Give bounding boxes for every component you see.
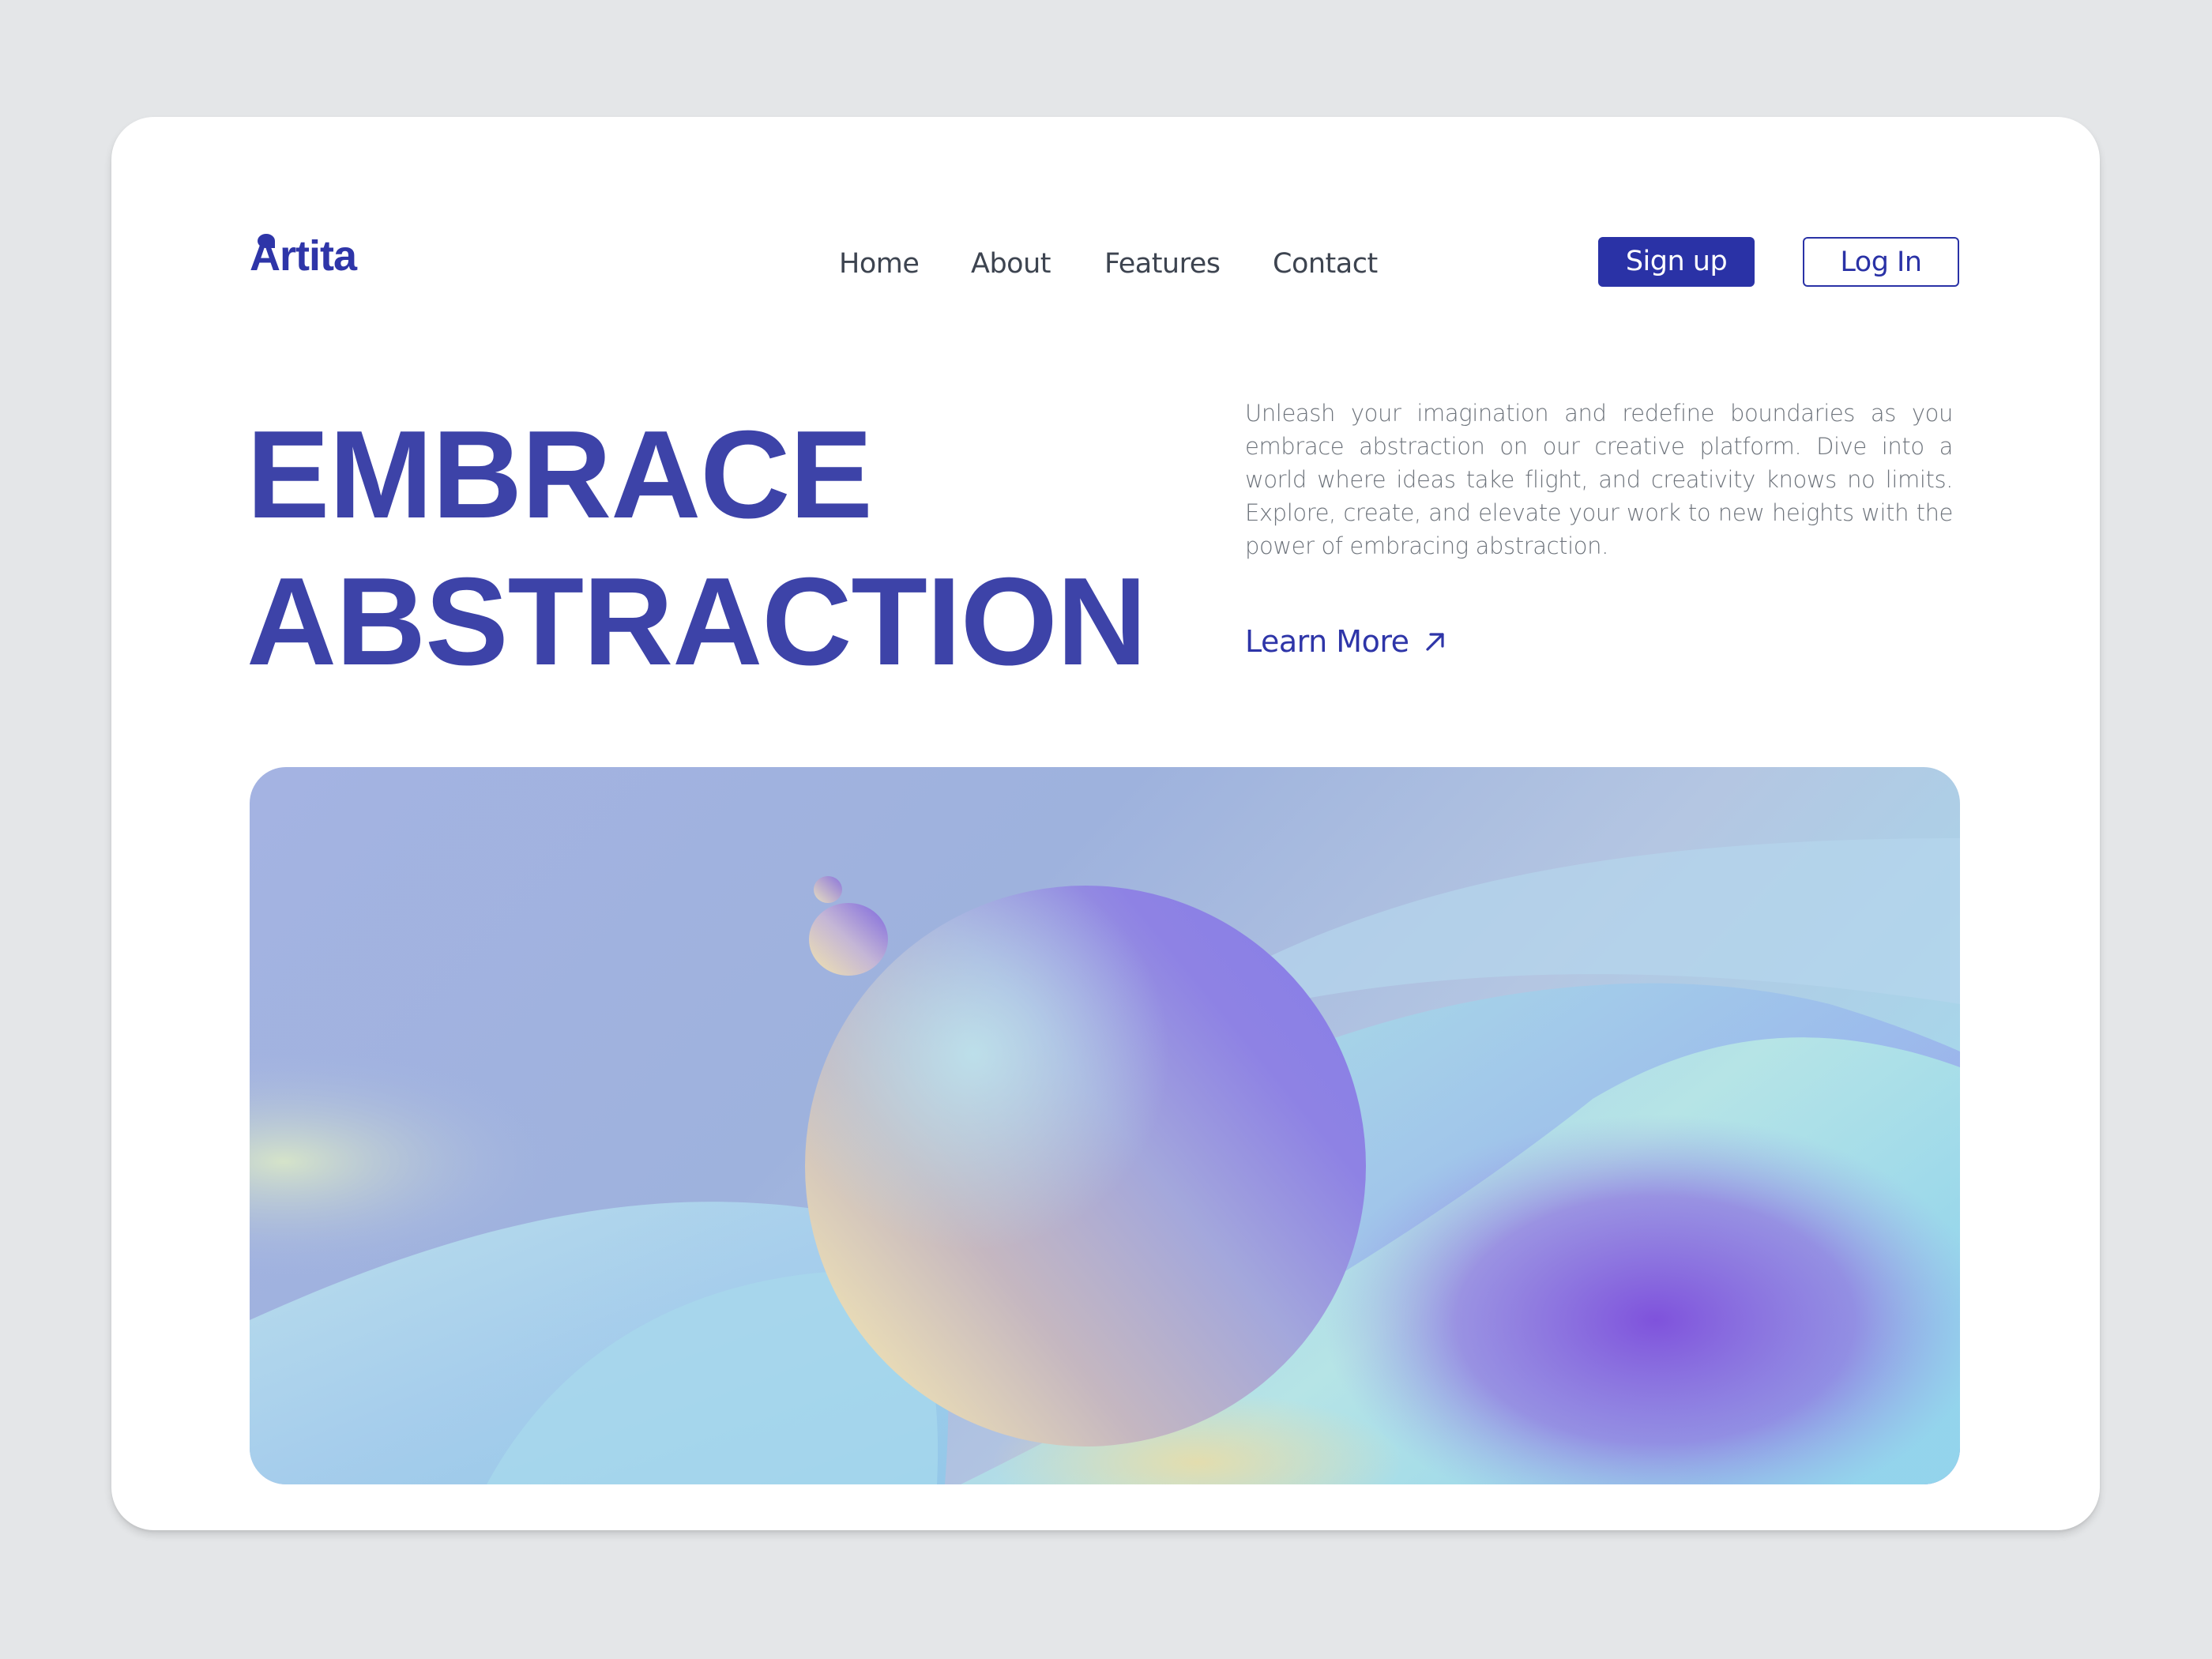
hero-title-line-2: ABSTRACTION	[246, 552, 1147, 691]
hero-description: Unleash your imagination and redefine bo…	[1245, 400, 1953, 559]
brand-name: Artita	[250, 232, 357, 280]
hero-abstract-image	[250, 767, 1960, 1484]
signup-button[interactable]: Sign up	[1598, 237, 1755, 287]
hero-title-line-1: EMBRACE	[246, 405, 873, 544]
brand-logo[interactable]: Artita	[250, 223, 357, 286]
learn-more-link[interactable]: Learn More	[1245, 619, 1447, 664]
login-button[interactable]: Log In	[1803, 237, 1959, 287]
abstract-artwork	[250, 767, 1960, 1484]
nav-features[interactable]: Features	[1104, 242, 1221, 286]
nav-contact[interactable]: Contact	[1273, 242, 1378, 286]
nav-about[interactable]: About	[971, 242, 1051, 286]
arrow-up-right-icon	[1425, 633, 1444, 651]
hero-title: EMBRACE ABSTRACTION	[246, 401, 1147, 695]
learn-more-label: Learn More	[1245, 624, 1409, 659]
nav-home[interactable]: Home	[839, 242, 920, 286]
